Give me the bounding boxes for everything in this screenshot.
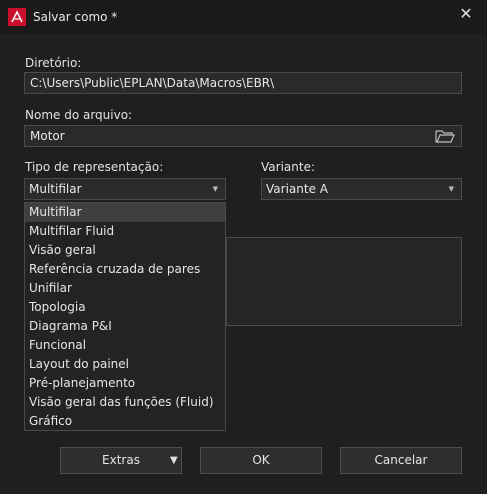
chevron-down-icon: ▼	[448, 185, 454, 193]
dropdown-option-layout-painel[interactable]: Layout do painel	[25, 355, 225, 374]
chevron-down-icon: ▼	[212, 185, 218, 193]
dropdown-option-unifilar[interactable]: Unifilar	[25, 279, 225, 298]
dropdown-option-visao-geral-funcoes[interactable]: Visão geral das funções (Fluid)	[25, 393, 225, 412]
dropdown-option-visao-geral[interactable]: Visão geral	[25, 241, 225, 260]
variant-selected-value: Variante A	[266, 182, 328, 196]
extras-button[interactable]: Extras ▼	[60, 447, 182, 474]
cancel-button-label: Cancelar	[374, 453, 428, 467]
eplan-logo-icon	[8, 8, 26, 26]
dropdown-option-multifilar[interactable]: Multifilar	[25, 203, 225, 222]
ok-button[interactable]: OK	[200, 447, 322, 474]
dropdown-option-topologia[interactable]: Topologia	[25, 298, 225, 317]
representation-dropdown-list: Multifilar Multifilar Fluid Visão geral …	[24, 202, 226, 431]
close-icon[interactable]: ✕	[456, 4, 476, 24]
dropdown-option-funcional[interactable]: Funcional	[25, 336, 225, 355]
dropdown-option-diagrama-pi[interactable]: Diagrama P&I	[25, 317, 225, 336]
description-box[interactable]	[226, 237, 462, 326]
representation-combobox[interactable]: Multifilar ▼	[24, 178, 226, 200]
cancel-button[interactable]: Cancelar	[340, 447, 462, 474]
dropdown-option-referencia-cruzada[interactable]: Referência cruzada de pares	[25, 260, 225, 279]
ok-button-label: OK	[252, 453, 270, 467]
dropdown-option-grafico[interactable]: Gráfico	[25, 412, 225, 431]
variant-label: Variante:	[261, 160, 315, 174]
folder-open-icon[interactable]	[434, 127, 456, 145]
filename-field[interactable]: Motor	[24, 125, 462, 147]
variant-combobox[interactable]: Variante A ▼	[261, 178, 462, 200]
window-title: Salvar como *	[33, 10, 118, 24]
dropdown-option-pre-planejamento[interactable]: Pré-planejamento	[25, 374, 225, 393]
chevron-down-icon: ▼	[170, 455, 178, 466]
dropdown-option-multifilar-fluid[interactable]: Multifilar Fluid	[25, 222, 225, 241]
directory-label: Diretório:	[25, 56, 82, 70]
representation-selected-value: Multifilar	[29, 182, 82, 196]
representation-label: Tipo de representação:	[25, 160, 164, 174]
filename-label: Nome do arquivo:	[25, 108, 133, 122]
extras-button-label: Extras	[102, 453, 140, 467]
directory-field[interactable]: C:\Users\Public\EPLAN\Data\Macros\EBR\	[24, 72, 462, 94]
